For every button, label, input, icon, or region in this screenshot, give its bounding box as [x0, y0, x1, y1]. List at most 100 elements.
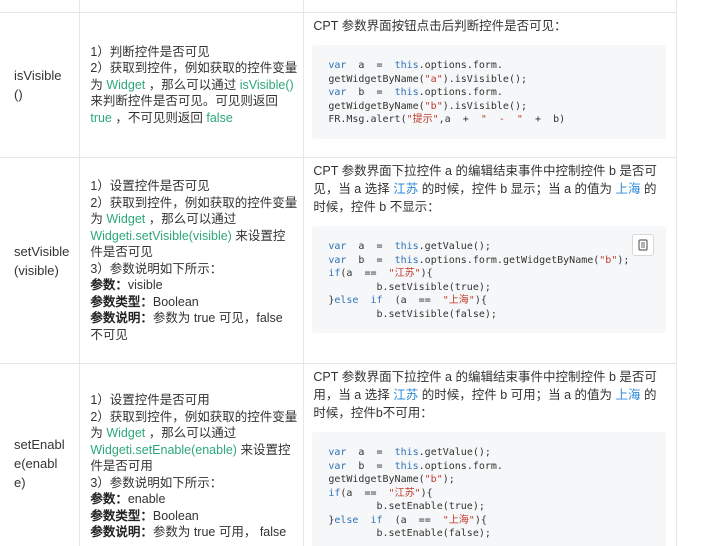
example-cell: CPT 参数界面按钮点击后判断控件是否可见： var a = this.opti… [303, 12, 677, 158]
intro-text: 的时候，控件 b 显示；当 a 的值为 [421, 182, 613, 196]
table-row: isVisible() 1）判断控件是否可见 2）获取到控件，例如获取的控件变量… [0, 12, 677, 158]
method-ref: Widgeti.setVisible(visible) [90, 228, 232, 243]
example-cell: CPT 参数界面下拉控件 a 的编辑结束事件中控制控件 b 是否可见，当 a 选… [303, 157, 677, 364]
code-token: b.setEnable(false); [328, 528, 491, 539]
highlight-value: 江苏 [393, 182, 419, 196]
param-key: 参数说明： [90, 311, 153, 325]
method-description: 1）设置控件是否可见 2）获取到控件，例如获取的控件变量为 Widget ，那么… [80, 178, 303, 343]
table-cell [0, 0, 81, 13]
desc-line: 3）参数说明如下所示： [90, 261, 223, 276]
table-cell [79, 0, 305, 13]
param-line: 参数：visible [90, 277, 297, 294]
code-token: b = [346, 254, 395, 266]
code-token: (a == [382, 514, 443, 526]
code-token: this [394, 460, 419, 472]
code-token: if [328, 487, 341, 499]
desc-text: ，那么可以通过 [148, 77, 237, 92]
code-token: var [328, 241, 347, 252]
method-name: isVisible() [14, 68, 62, 102]
method-name-cell: setVisible(visible) [0, 157, 81, 364]
desc-line: 2）获取到控件，例如获取的控件变量为 Widget ，那么可以通过 Widget… [90, 195, 297, 261]
code-token: "b" [424, 100, 443, 112]
code-token: this [394, 254, 419, 266]
description-cell: 1）判断控件是否可见 2）获取到控件，例如获取的控件变量为 Widget ，那么… [79, 12, 305, 158]
code-block: var a = this.getValue(); var b = this.op… [312, 432, 666, 546]
param-line: 参数类型：Boolean [90, 508, 297, 525]
code-token: this [394, 241, 419, 252]
param-key: 参数类型： [90, 294, 153, 309]
code-token: "江苏" [388, 268, 421, 279]
code-token: ){ [420, 487, 433, 499]
api-table: isVisible() 1）判断控件是否可见 2）获取到控件，例如获取的控件变量… [0, 0, 677, 546]
right-gutter [678, 0, 706, 546]
table-row: setVisible(visible) 1）设置控件是否可见 2）获取到控件，例… [0, 157, 677, 364]
param-key: 参数： [90, 492, 128, 506]
copy-icon [638, 239, 648, 251]
code-block: var a = this.options.form. getWidgetByNa… [312, 45, 666, 139]
code-token: "上海" [442, 514, 475, 526]
description-cell: 1）设置控件是否可用 2）获取到控件，例如获取的控件变量为 Widget ，那么… [79, 363, 305, 546]
code-token: ,a + [438, 114, 481, 125]
value-false: false [206, 110, 233, 125]
param-line: 参数类型：Boolean [90, 294, 297, 311]
intro-text: 的时候，控件 b 可用；当 a 的值为 [421, 388, 613, 402]
code-token: ); [617, 254, 630, 266]
code-token: .options.form. [418, 87, 503, 98]
description-cell: 1）设置控件是否可见 2）获取到控件，例如获取的控件变量为 Widget ，那么… [79, 157, 305, 364]
code-token: var [328, 87, 347, 98]
code-block: var a = this.getValue(); var b = this.op… [312, 226, 666, 333]
table-row [0, 0, 677, 13]
code-token: "上海" [442, 295, 475, 306]
code-token: .options.form. [418, 460, 503, 472]
code-token: .getValue(); [418, 447, 491, 458]
code-token: this [394, 447, 419, 458]
code-token: else [334, 514, 359, 526]
code-token: "b" [424, 474, 443, 485]
code-token: .options.form. [418, 60, 503, 71]
code-token: FR.Msg.alert( [328, 114, 407, 125]
code-token: this [394, 87, 419, 98]
example-cell: CPT 参数界面下拉控件 a 的编辑结束事件中控制控件 b 是否可用，当 a 选… [303, 363, 677, 546]
code-token: (a == [340, 268, 389, 279]
method-name-cell: isVisible() [0, 12, 81, 158]
desc-text: 来判断控件是否可见。可见则返回 [90, 94, 278, 109]
code-token: + b) [522, 114, 566, 125]
code-token: var [328, 60, 347, 71]
code-token: var [328, 447, 347, 458]
widget-var: Widget [106, 426, 146, 440]
param-value: 参数为 true 可用， false [152, 525, 287, 539]
code-token: getWidgetByName( [328, 73, 425, 85]
method-description: 1）设置控件是否可用 2）获取到控件，例如获取的控件变量为 Widget ，那么… [80, 364, 303, 541]
code-token: ){ [474, 514, 487, 526]
code-token: ){ [420, 268, 433, 279]
param-key: 参数类型： [90, 508, 153, 523]
code-token: .options.form.getWidgetByName( [418, 254, 600, 266]
param-key: 参数说明： [90, 525, 153, 539]
code-token: ).isVisible(); [442, 73, 528, 85]
highlight-value: 江苏 [393, 388, 419, 402]
widget-var: Widget [106, 212, 146, 226]
code-token: "a" [424, 73, 443, 85]
code-token: ).isVisible(); [442, 100, 528, 112]
code-token: if [328, 268, 341, 279]
param-value: enable [127, 492, 166, 506]
method-ref: isVisible() [239, 77, 294, 92]
param-key: 参数： [90, 278, 128, 292]
code-token: a = [346, 241, 395, 252]
code-token: "提示" [406, 114, 439, 125]
code-token: b = [346, 460, 395, 472]
desc-line: 3）参数说明如下所示： [90, 475, 223, 490]
code-token: ){ [474, 295, 487, 306]
code-token: ); [442, 474, 455, 485]
code-token: a = [346, 60, 395, 71]
code-token: (a == [382, 295, 443, 306]
param-value: visible [127, 278, 163, 292]
highlight-value: 上海 [615, 388, 641, 402]
desc-line: 1）判断控件是否可见 [90, 44, 210, 59]
copy-button[interactable] [632, 234, 654, 256]
code-token: .getValue(); [418, 241, 491, 252]
example-intro: CPT 参数界面下拉控件 a 的编辑结束事件中控制控件 b 是否可用，当 a 选… [304, 364, 676, 422]
param-value: Boolean [152, 508, 199, 523]
